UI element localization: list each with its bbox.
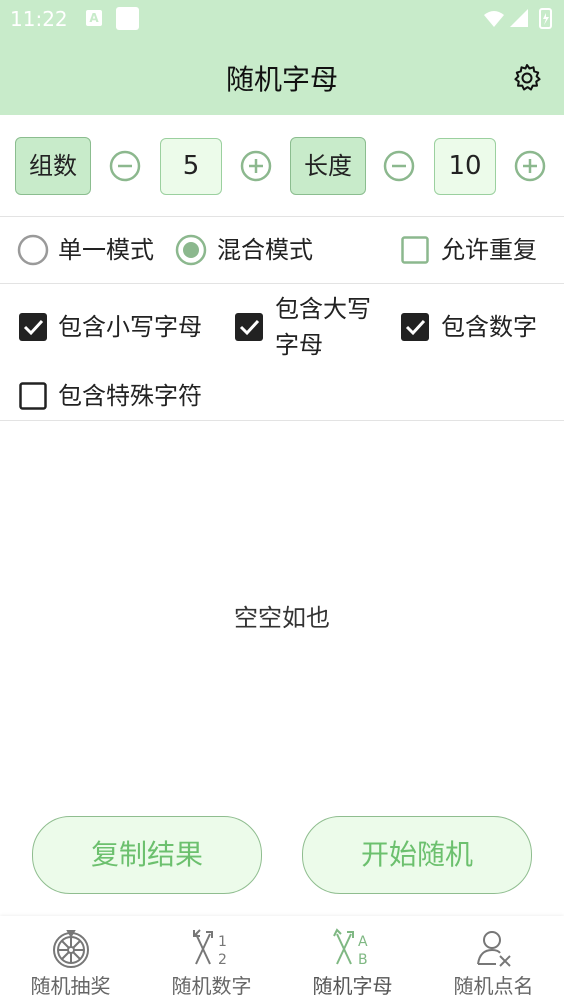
nav-label-lottery: 随机抽奖: [30, 974, 111, 998]
length-increment-button[interactable]: [514, 150, 546, 182]
mode-row: 单一模式 混合模式 允许重复: [0, 217, 564, 284]
lowercase-label[interactable]: 包含小写字母: [58, 310, 202, 344]
svg-text:A: A: [358, 934, 368, 950]
single-mode-label[interactable]: 单一模式: [58, 217, 154, 283]
nav-item-random-letter[interactable]: A B 随机字母: [282, 916, 423, 1004]
allow-repeat-checkbox[interactable]: [401, 236, 429, 264]
groups-decrement-button[interactable]: [109, 150, 141, 182]
settings-gear-icon[interactable]: [512, 63, 542, 93]
roll-call-icon: [476, 931, 511, 967]
random-number-icon: 1 2: [192, 929, 227, 968]
nav-item-roll-call[interactable]: 随机点名: [423, 916, 564, 1004]
nav-label-random-letter: 随机字母: [312, 974, 393, 998]
wifi-icon: [484, 11, 504, 27]
random-letter-icon: A B: [332, 928, 368, 968]
signal-icon: [510, 9, 528, 27]
nav-label-random-number: 随机数字: [171, 974, 252, 998]
length-decrement-button[interactable]: [383, 150, 415, 182]
groups-increment-button[interactable]: [240, 150, 272, 182]
charset-options: 包含小写字母 包含大写 字母 包含数字 包含特殊字符: [0, 284, 564, 421]
single-mode-radio[interactable]: [17, 234, 49, 266]
digits-checkbox[interactable]: [401, 313, 429, 341]
svg-text:1: 1: [218, 934, 227, 950]
mixed-mode-label[interactable]: 混合模式: [217, 217, 313, 283]
nav-label-roll-call: 随机点名: [453, 974, 534, 998]
lowercase-checkbox[interactable]: [19, 313, 47, 341]
uppercase-label-line2[interactable]: 字母: [275, 328, 323, 362]
page-title: 随机字母: [225, 63, 338, 96]
digits-label[interactable]: 包含数字: [441, 310, 537, 344]
uppercase-checkbox[interactable]: [235, 313, 263, 341]
status-time: 11:22: [10, 7, 68, 31]
allow-repeat-label[interactable]: 允许重复: [441, 217, 537, 283]
copy-result-button[interactable]: 复制结果: [32, 816, 262, 894]
length-label: 长度: [290, 137, 366, 195]
status-bar: 11:22 A: [0, 0, 564, 38]
start-random-button[interactable]: 开始随机: [302, 816, 532, 894]
nav-item-lottery[interactable]: 随机抽奖: [0, 916, 141, 1004]
bottom-nav: 随机抽奖 1 2 随机数字 A B 随机字母 随机点名: [0, 916, 564, 1004]
nav-item-random-number[interactable]: 1 2 随机数字: [141, 916, 282, 1004]
uppercase-label-line1[interactable]: 包含大写: [275, 292, 371, 326]
svg-text:2: 2: [218, 952, 227, 968]
empty-result-text: 空空如也: [234, 604, 330, 632]
groups-label: 组数: [15, 137, 91, 195]
wheel-icon: [52, 930, 89, 968]
svg-text:B: B: [358, 952, 368, 968]
status-icons: [484, 8, 552, 29]
special-chars-checkbox[interactable]: [19, 382, 47, 410]
notification-square-icon: [116, 7, 139, 30]
groups-value-field[interactable]: 5: [160, 138, 222, 195]
length-value-field[interactable]: 10: [434, 138, 496, 195]
stepper-row: 组数 5 长度 10: [0, 116, 564, 217]
notification-a-icon: A: [86, 10, 102, 26]
mixed-mode-radio[interactable]: [175, 234, 207, 266]
app-bar: 随机字母: [0, 38, 564, 115]
special-chars-label[interactable]: 包含特殊字符: [58, 379, 202, 413]
